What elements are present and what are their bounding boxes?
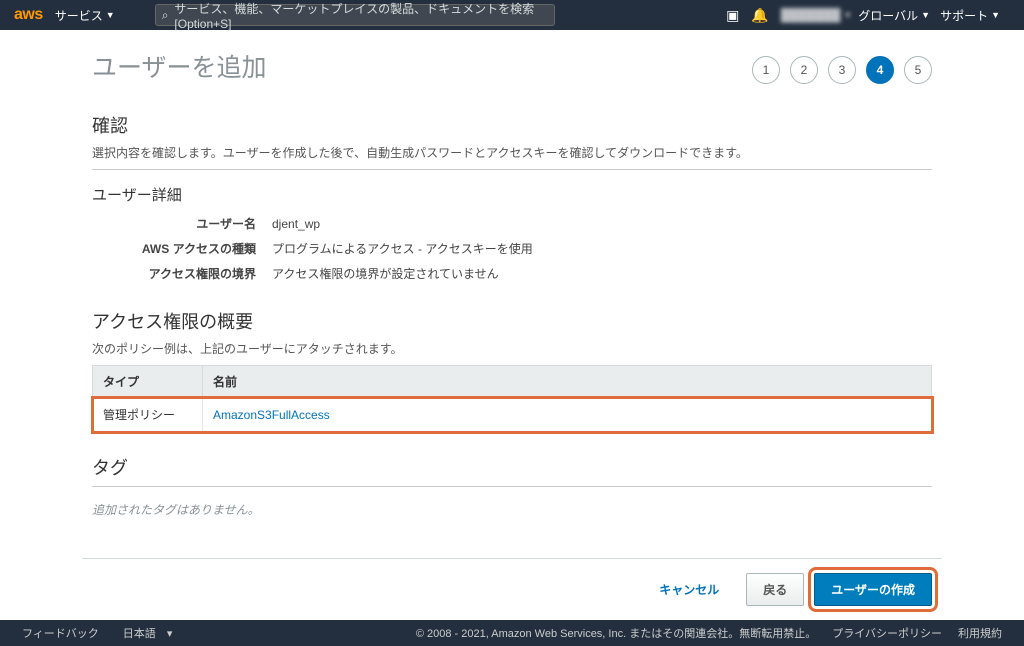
action-bar: キャンセル 戻る ユーザーの作成	[82, 558, 942, 620]
detail-value-username: djent_wp	[272, 211, 932, 236]
confirm-description: 選択内容を確認します。ユーザーを作成した後で、自動生成パスワードとアクセスキーを…	[92, 144, 932, 161]
search-placeholder: サービス、機能、マーケットプレイスの製品、ドキュメントを検索 [Option+S…	[174, 0, 547, 31]
notifications-icon[interactable]: 🔔	[751, 7, 768, 24]
col-name: 名前	[203, 366, 932, 398]
region-menu[interactable]: グローバル ▼	[858, 7, 930, 24]
search-input[interactable]: ⌕ サービス、機能、マーケットプレイスの製品、ドキュメントを検索 [Option…	[155, 4, 555, 26]
search-icon: ⌕	[162, 8, 169, 23]
policy-table: タイプ 名前 管理ポリシー AmazonS3FullAccess	[92, 365, 932, 432]
services-label: サービス	[55, 7, 103, 24]
language-menu[interactable]: 日本語 ▾	[115, 625, 173, 641]
caret-down-icon: ▼	[921, 10, 930, 20]
top-navigation: aws サービス ▼ ⌕ サービス、機能、マーケットプレイスの製品、ドキュメント…	[0, 0, 1024, 30]
caret-down-icon: ▼	[991, 10, 1000, 20]
policy-row: 管理ポリシー AmazonS3FullAccess	[93, 398, 932, 432]
step-2[interactable]: 2	[790, 56, 818, 84]
privacy-link[interactable]: プライバシーポリシー	[832, 625, 942, 641]
aws-logo[interactable]: aws	[14, 6, 43, 24]
col-type: タイプ	[93, 366, 203, 398]
footer-copyright: © 2008 - 2021, Amazon Web Services, Inc.…	[416, 625, 816, 641]
detail-label-access-type: AWS アクセスの種類	[92, 236, 272, 261]
back-button[interactable]: 戻る	[746, 573, 804, 606]
bottom-bar: フィードバック 日本語 ▾ © 2008 - 2021, Amazon Web …	[0, 620, 1024, 646]
caret-down-icon: ▼	[106, 10, 115, 20]
confirm-heading: 確認	[92, 112, 932, 138]
detail-label-username: ユーザー名	[92, 211, 272, 236]
permissions-heading: アクセス権限の概要	[92, 308, 932, 334]
support-menu[interactable]: サポート ▼	[940, 7, 1000, 24]
cloudshell-icon[interactable]: ▣	[726, 7, 739, 24]
detail-value-access-type: プログラムによるアクセス - アクセスキーを使用	[272, 236, 932, 261]
create-user-button[interactable]: ユーザーの作成	[814, 573, 932, 606]
account-menu[interactable]: ███████ ▼	[781, 8, 852, 22]
policy-name-link[interactable]: AmazonS3FullAccess	[213, 408, 330, 422]
step-3[interactable]: 3	[828, 56, 856, 84]
tags-heading: タグ	[92, 454, 932, 480]
step-5[interactable]: 5	[904, 56, 932, 84]
detail-value-boundary: アクセス権限の境界が設定されていません	[272, 261, 932, 286]
cancel-button[interactable]: キャンセル	[642, 573, 736, 606]
terms-link[interactable]: 利用規約	[958, 625, 1002, 641]
user-details-heading: ユーザー詳細	[92, 184, 932, 205]
tags-empty: 追加されたタグはありません。	[92, 501, 932, 518]
step-1[interactable]: 1	[752, 56, 780, 84]
services-menu[interactable]: サービス ▼	[55, 7, 115, 24]
page-content: ユーザーを追加 1 2 3 4 5 確認 選択内容を確認します。ユーザーを作成し…	[82, 30, 942, 558]
step-4[interactable]: 4	[866, 56, 894, 84]
support-label: サポート	[940, 7, 988, 24]
user-details-table: ユーザー名 djent_wp AWS アクセスの種類 プログラムによるアクセス …	[92, 211, 932, 286]
detail-label-boundary: アクセス権限の境界	[92, 261, 272, 286]
policy-type: 管理ポリシー	[93, 398, 203, 432]
wizard-steps: 1 2 3 4 5	[752, 56, 932, 84]
permissions-description: 次のポリシー例は、上記のユーザーにアタッチされます。	[92, 340, 932, 357]
feedback-link[interactable]: フィードバック	[22, 625, 99, 641]
region-label: グローバル	[858, 7, 918, 24]
